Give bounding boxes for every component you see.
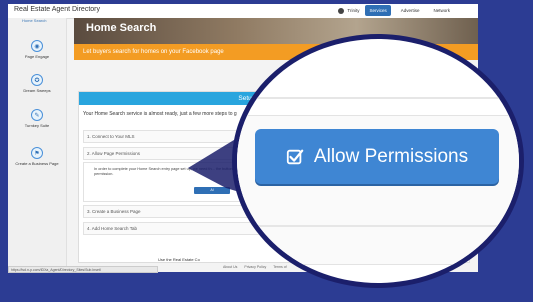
- nav-advertise[interactable]: Advertise: [397, 5, 424, 16]
- allow-permissions-button-small[interactable]: Al: [194, 187, 230, 194]
- divider: [237, 97, 519, 99]
- site-brand[interactable]: Real Estate Agent Directory: [14, 6, 100, 13]
- presentation-frame: Real Estate Agent Directory Trinity Serv…: [0, 0, 533, 302]
- allow-permissions-label: Allow Permissions: [313, 145, 469, 167]
- divider: [237, 225, 519, 227]
- nav-network[interactable]: Network: [429, 5, 454, 16]
- sidebar-item-page-engage[interactable]: ◉ Page Engage: [8, 40, 66, 59]
- sidebar-item-turnkey-suite[interactable]: ✎ Turnkey Suite: [8, 109, 66, 128]
- checkbox-icon: [286, 149, 304, 164]
- target-icon: ◉: [31, 40, 43, 52]
- sidebar-item-dream-sweeps[interactable]: ✪ Dream Sweeps: [8, 74, 66, 93]
- nav-menu: Trinity Services Advertise Network: [338, 5, 454, 16]
- sidebar: Home Search ◉ Page Engage ✪ Dream Sweeps…: [8, 18, 67, 272]
- allow-permissions-button[interactable]: Allow Permissions: [255, 129, 499, 184]
- sidebar-item-label: Dream Sweeps: [23, 88, 51, 93]
- sidebar-item-label: Create a Business Page: [15, 161, 59, 166]
- user-name: Trinity: [347, 8, 360, 13]
- footer-link-terms[interactable]: Terms of: [273, 265, 286, 269]
- footer-links: About Us Privacy Policy Terms of: [223, 265, 287, 269]
- sidebar-home-search[interactable]: Home Search: [22, 18, 46, 23]
- magnifier-lens: Allow Permissions: [232, 34, 524, 288]
- top-navbar: Real Estate Agent Directory Trinity Serv…: [8, 4, 478, 19]
- user-menu[interactable]: Trinity: [338, 7, 360, 14]
- sidebar-item-label: Turnkey Suite: [24, 123, 50, 128]
- panel-intro: Your Home Search service is almost ready…: [83, 111, 237, 117]
- status-url-bar: https://lsd.n-p.com/IDXa_Agent/Directory…: [8, 266, 158, 273]
- avatar: [338, 7, 345, 14]
- flag-icon: ⚑: [31, 147, 43, 159]
- nav-services[interactable]: Services: [365, 5, 391, 16]
- badge-icon: ✪: [31, 74, 43, 86]
- sidebar-item-business-page[interactable]: ⚑ Create a Business Page: [8, 147, 66, 166]
- page-title: Home Search: [86, 22, 157, 34]
- footer-tagline: Use the Real Estate Co: [158, 257, 200, 262]
- wrench-icon: ✎: [31, 109, 43, 121]
- sidebar-item-label: Page Engage: [24, 54, 50, 59]
- promo-text: Let buyers search for homes on your Face…: [83, 49, 224, 55]
- footer-link-about[interactable]: About Us: [223, 265, 237, 269]
- footer-link-privacy[interactable]: Privacy Policy: [244, 265, 266, 269]
